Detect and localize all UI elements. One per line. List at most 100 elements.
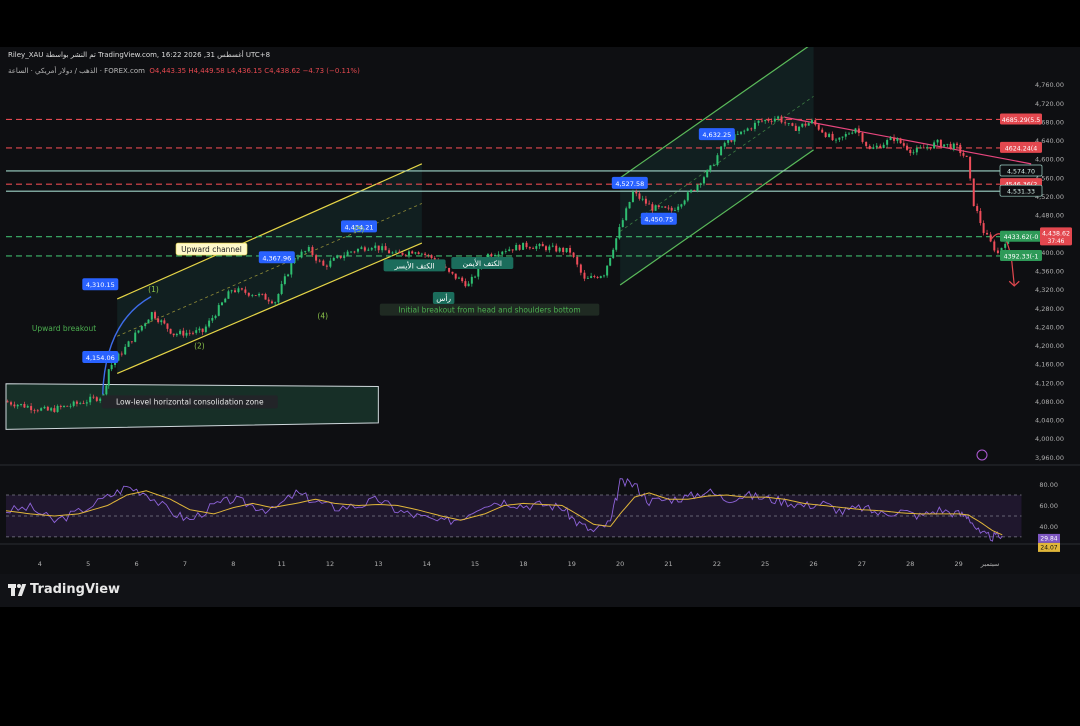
candle-body (467, 283, 470, 287)
rsi-y-tick-1: 60.00 (1039, 502, 1058, 510)
x-tick-20: سبتمبر (980, 560, 1000, 568)
candle-body (841, 136, 844, 138)
candle-body (750, 128, 753, 130)
candle-body (896, 138, 899, 141)
candle-body (760, 120, 763, 122)
candle-body (204, 326, 207, 332)
candle-body (336, 255, 339, 258)
candle-body (137, 330, 140, 333)
candle-body (690, 190, 693, 193)
price-label-6: 4,632.25 (702, 131, 731, 139)
candle-body (504, 251, 507, 252)
candle-body (972, 178, 975, 207)
candle-body (16, 404, 19, 407)
rsi-ma-value: 24.07 (1040, 544, 1057, 551)
candle-body (367, 249, 370, 251)
price-label-2: 4,367.96 (262, 254, 291, 262)
candle-body (134, 332, 137, 342)
price-chart-svg[interactable]: 4,310.154,154.064,367.964,434.214,527.58… (0, 47, 1080, 574)
y-tick-1: 4,720.00 (1035, 100, 1064, 108)
candle-body (53, 408, 56, 412)
candle-body (641, 198, 644, 200)
candle-body (201, 328, 204, 332)
candle-body (912, 152, 915, 154)
candle-body (198, 328, 201, 331)
candle-body (583, 272, 586, 279)
candle-body (548, 246, 551, 251)
x-tick-18: 28 (906, 560, 914, 568)
y-tick-16: 4,120.00 (1035, 379, 1064, 387)
candle-body (217, 305, 220, 316)
candle-body (244, 289, 247, 293)
candle-body (474, 276, 477, 278)
channel-fill-0 (117, 163, 422, 374)
candle-body (906, 145, 909, 150)
x-tick-0: 4 (38, 560, 42, 568)
candle-body (631, 191, 634, 202)
rsi-y-tick-0: 80.00 (1039, 481, 1058, 489)
candle-body (420, 253, 423, 255)
candle-body (736, 133, 739, 135)
candle-body (657, 205, 660, 208)
y-tick-17: 4,080.00 (1035, 398, 1064, 406)
candle-body (787, 123, 790, 124)
candle-body (683, 200, 686, 205)
candle-body (339, 255, 342, 259)
candle-body (844, 134, 847, 137)
candle-body (211, 317, 214, 321)
candle-body (6, 401, 9, 403)
x-tick-5: 11 (277, 560, 285, 568)
candle-body (75, 401, 78, 404)
candle-body (169, 328, 172, 334)
candle-body (227, 291, 230, 299)
candle-body (36, 410, 39, 412)
candle-body (572, 252, 575, 257)
candle-body (508, 249, 511, 252)
candle-body (381, 246, 384, 251)
resistance-line (784, 116, 1032, 165)
candle-body (40, 408, 43, 411)
candle-body (26, 406, 29, 408)
x-tick-11: 19 (568, 560, 576, 568)
candle-body (363, 247, 366, 251)
x-tick-15: 25 (761, 560, 769, 568)
candle-body (596, 277, 599, 278)
y-tick-7: 4,480.00 (1035, 212, 1064, 220)
candle-body (457, 277, 460, 279)
candle-body (107, 369, 110, 386)
candle-body (586, 277, 589, 279)
candle-body (43, 406, 46, 409)
candle-body (661, 206, 664, 208)
candle-body (810, 120, 813, 124)
candle-body (430, 255, 433, 259)
candle-body (522, 242, 525, 250)
candle-body (377, 245, 380, 251)
candle-body (290, 262, 293, 275)
candle-body (686, 192, 689, 201)
candle-body (511, 249, 514, 251)
candle-body (680, 204, 683, 207)
candle-body (99, 398, 102, 401)
candle-body (770, 120, 773, 122)
candle-body (986, 232, 989, 235)
candle-body (569, 247, 572, 253)
candle-body (179, 330, 182, 335)
candle-body (261, 293, 264, 295)
candle-body (307, 247, 310, 252)
candle-body (868, 145, 871, 149)
candle-body (470, 276, 473, 284)
candle-body (621, 220, 624, 228)
candle-body (401, 252, 404, 255)
candle-body (414, 252, 417, 254)
candle-body (952, 143, 955, 149)
candle-body (882, 144, 885, 148)
candle-body (801, 123, 804, 127)
consolidation-label: Low-level horizontal consolidation zone (116, 397, 264, 406)
x-tick-12: 20 (616, 560, 624, 568)
candle-body (490, 254, 493, 257)
annotation-2: Initial breakout from head and shoulders… (398, 306, 580, 315)
candle-body (163, 320, 166, 324)
price-label-5: 4,450.75 (644, 216, 673, 224)
tradingview-logo[interactable]: TradingView (8, 582, 120, 597)
candle-body (120, 353, 123, 355)
